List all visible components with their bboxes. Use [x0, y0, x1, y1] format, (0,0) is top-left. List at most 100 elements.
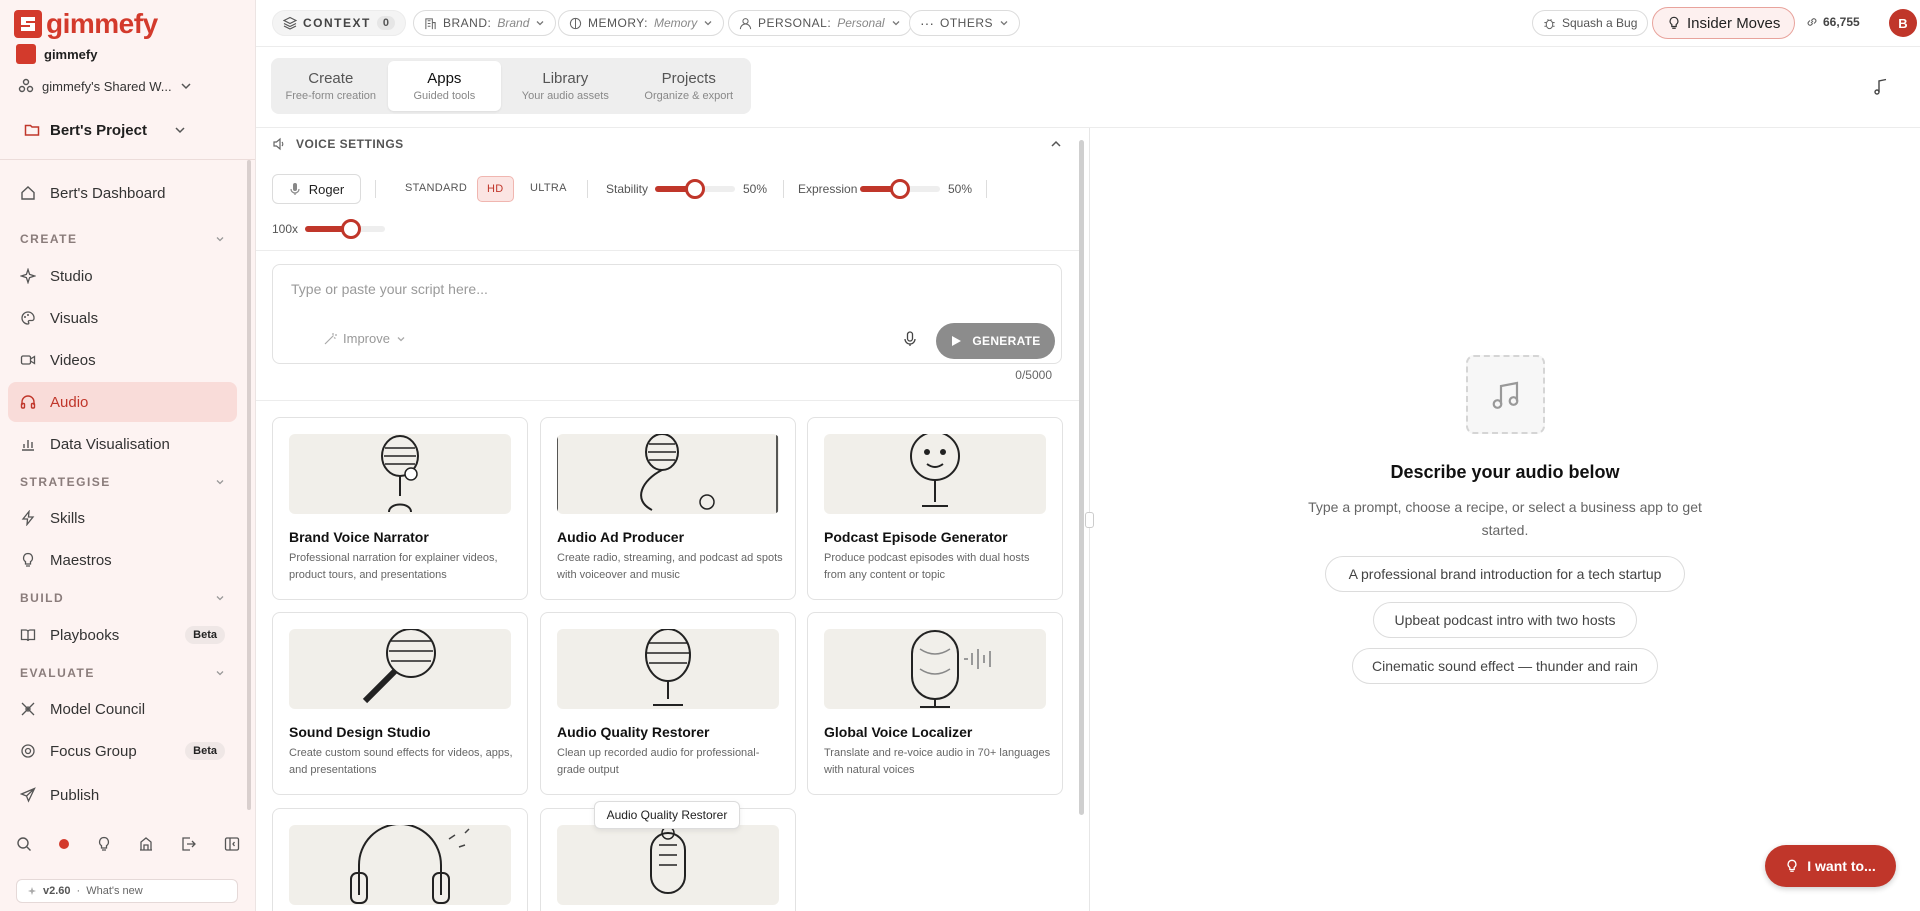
credits-value: 66,755 — [1823, 15, 1860, 29]
brand-key: BRAND: — [443, 16, 492, 30]
project-selector[interactable]: Bert's Project — [8, 112, 202, 148]
search-icon[interactable] — [16, 836, 32, 852]
chevron-down-icon — [181, 83, 191, 90]
sidebar-item-playbooks[interactable]: Playbooks Beta — [8, 615, 237, 655]
sidebar-item-dashboard[interactable]: Bert's Dashboard — [8, 173, 237, 213]
lightbulb-icon — [22, 552, 34, 567]
voice-settings-header[interactable]: VOICE SETTINGS — [272, 137, 1062, 151]
expression-handle[interactable] — [890, 179, 910, 199]
generate-button[interactable]: GENERATE — [936, 323, 1055, 359]
building-icon[interactable] — [138, 836, 154, 852]
version-link[interactable]: v2.60 · What's new — [16, 879, 238, 903]
insider-moves-label: Insider Moves — [1687, 14, 1781, 32]
memory-chip[interactable]: MEMORY: Memory — [558, 10, 725, 36]
script-input[interactable]: Type or paste your script here... Improv… — [272, 264, 1062, 364]
logout-icon[interactable] — [181, 836, 197, 852]
sidebar-item-visuals[interactable]: Visuals — [8, 298, 237, 338]
voice-selector[interactable]: Roger — [272, 174, 361, 204]
council-icon — [21, 702, 35, 716]
sidebar-item-data-visualisation[interactable]: Data Visualisation — [8, 424, 237, 464]
ribbon-microphone-illustration — [557, 629, 779, 709]
app-card-sound-design-studio[interactable]: Sound Design Studio Create custom sound … — [272, 612, 528, 795]
app-card-description: Create radio, streaming, and podcast ad … — [557, 552, 783, 581]
squash-bug-button[interactable]: Squash a Bug — [1532, 10, 1649, 36]
sidebar-item-label: Audio — [50, 393, 89, 411]
empty-state-music-icon — [1466, 355, 1545, 434]
sidebar-toolbar — [16, 836, 240, 852]
improve-label: Improve — [343, 331, 390, 346]
section-strategise[interactable]: STRATEGISE — [20, 475, 225, 489]
app-card-audio-ad-producer[interactable]: Audio Ad Producer Create radio, streamin… — [540, 417, 796, 600]
tab-library[interactable]: Library Your audio assets — [501, 61, 629, 111]
memory-value: Memory — [653, 16, 698, 30]
suggestion-chip[interactable]: A professional brand introduction for a … — [1325, 556, 1685, 592]
org-switcher[interactable]: gimmefy — [16, 44, 97, 64]
divider — [986, 180, 987, 198]
top-bar: CONTEXT 0 BRAND: Brand MEMORY: Memory PE… — [256, 0, 1920, 47]
app-card-podcast-episode-generator[interactable]: Podcast Episode Generator Produce podcas… — [807, 417, 1063, 600]
headphones-illustration — [289, 825, 511, 905]
tab-title: Apps — [427, 70, 462, 87]
section-create[interactable]: CREATE — [20, 232, 225, 246]
tab-create[interactable]: Create Free-form creation — [274, 61, 388, 111]
improve-button[interactable]: Improve — [323, 331, 406, 346]
section-label: BUILD — [20, 591, 65, 605]
music-note-icon[interactable] — [1873, 78, 1889, 96]
sidebar-item-publish[interactable]: Publish — [8, 775, 237, 815]
content-scrollbar[interactable] — [1079, 140, 1084, 815]
magic-wand-icon — [324, 332, 337, 344]
lightbulb-icon[interactable] — [96, 836, 112, 852]
section-build[interactable]: BUILD — [20, 591, 225, 605]
section-evaluate[interactable]: EVALUATE — [20, 666, 225, 680]
credits-counter[interactable]: 66,755 — [1806, 15, 1860, 29]
insider-moves-button[interactable]: Insider Moves — [1652, 7, 1796, 39]
sidebar-item-label: Playbooks — [50, 626, 120, 644]
app-card-audio-quality-restorer[interactable]: Audio Quality Restorer Clean up recorded… — [540, 612, 796, 795]
sidebar-item-model-council[interactable]: Model Council — [8, 689, 237, 729]
brand-chip[interactable]: BRAND: Brand — [413, 10, 557, 36]
sidebar-scrollbar[interactable] — [247, 160, 251, 810]
sidebar-item-label: Skills — [50, 509, 86, 527]
workspace-selector[interactable]: gimmefy's Shared W... — [18, 78, 192, 94]
squash-bug-label: Squash a Bug — [1562, 16, 1638, 30]
brand-value: Brand — [497, 16, 530, 30]
suggestion-chip[interactable]: Upbeat podcast intro with two hosts — [1373, 602, 1637, 638]
divider — [256, 400, 1082, 401]
sidebar-item-skills[interactable]: Skills — [8, 498, 237, 538]
context-label: CONTEXT — [303, 16, 371, 30]
others-label: OTHERS — [940, 16, 994, 30]
context-chip[interactable]: CONTEXT 0 — [272, 10, 406, 36]
logo[interactable]: gimmefy — [14, 10, 158, 38]
sidebar-item-studio[interactable]: Studio — [8, 256, 237, 296]
personal-chip[interactable]: PERSONAL: Personal — [728, 10, 912, 36]
sidebar-item-videos[interactable]: Videos — [8, 340, 237, 380]
logo-mark-icon — [14, 10, 42, 38]
book-icon — [20, 629, 36, 642]
i-want-to-button[interactable]: I want to... — [1765, 845, 1896, 887]
avatar[interactable]: B — [1889, 9, 1917, 37]
sidebar-item-audio[interactable]: Audio — [8, 382, 237, 422]
suggestion-chip[interactable]: Cinematic sound effect — thunder and rai… — [1352, 648, 1658, 684]
app-card-partial[interactable] — [272, 808, 528, 911]
quality-hd[interactable]: HD — [477, 176, 514, 202]
quality-standard[interactable]: STANDARD — [405, 182, 467, 194]
mic-character-illustration — [824, 434, 1046, 514]
app-card-title: Podcast Episode Generator — [824, 529, 1008, 545]
sidebar-item-maestros[interactable]: Maestros — [8, 540, 237, 580]
chevron-down-icon — [216, 671, 224, 676]
tab-apps[interactable]: Apps Guided tools — [387, 61, 502, 111]
app-card-global-voice-localizer[interactable]: Global Voice Localizer Translate and re-… — [807, 612, 1063, 795]
speed-handle[interactable] — [341, 219, 362, 239]
app-card-brand-voice-narrator[interactable]: Brand Voice Narrator Professional narrat… — [272, 417, 528, 600]
collapse-sidebar-icon[interactable] — [224, 836, 240, 852]
stability-handle[interactable] — [685, 179, 705, 199]
quality-ultra[interactable]: ULTRA — [530, 182, 567, 194]
character-count: 0/5000 — [1015, 368, 1052, 382]
sidebar-item-focus-group[interactable]: Focus Group Beta — [8, 731, 237, 771]
others-chip[interactable]: ··· OTHERS — [909, 10, 1021, 36]
resize-handle[interactable] — [1085, 512, 1094, 528]
chevron-down-icon — [704, 21, 712, 26]
tab-projects[interactable]: Projects Organize & export — [630, 61, 749, 111]
microphone-icon[interactable] — [903, 331, 917, 347]
record-icon[interactable] — [58, 839, 69, 849]
